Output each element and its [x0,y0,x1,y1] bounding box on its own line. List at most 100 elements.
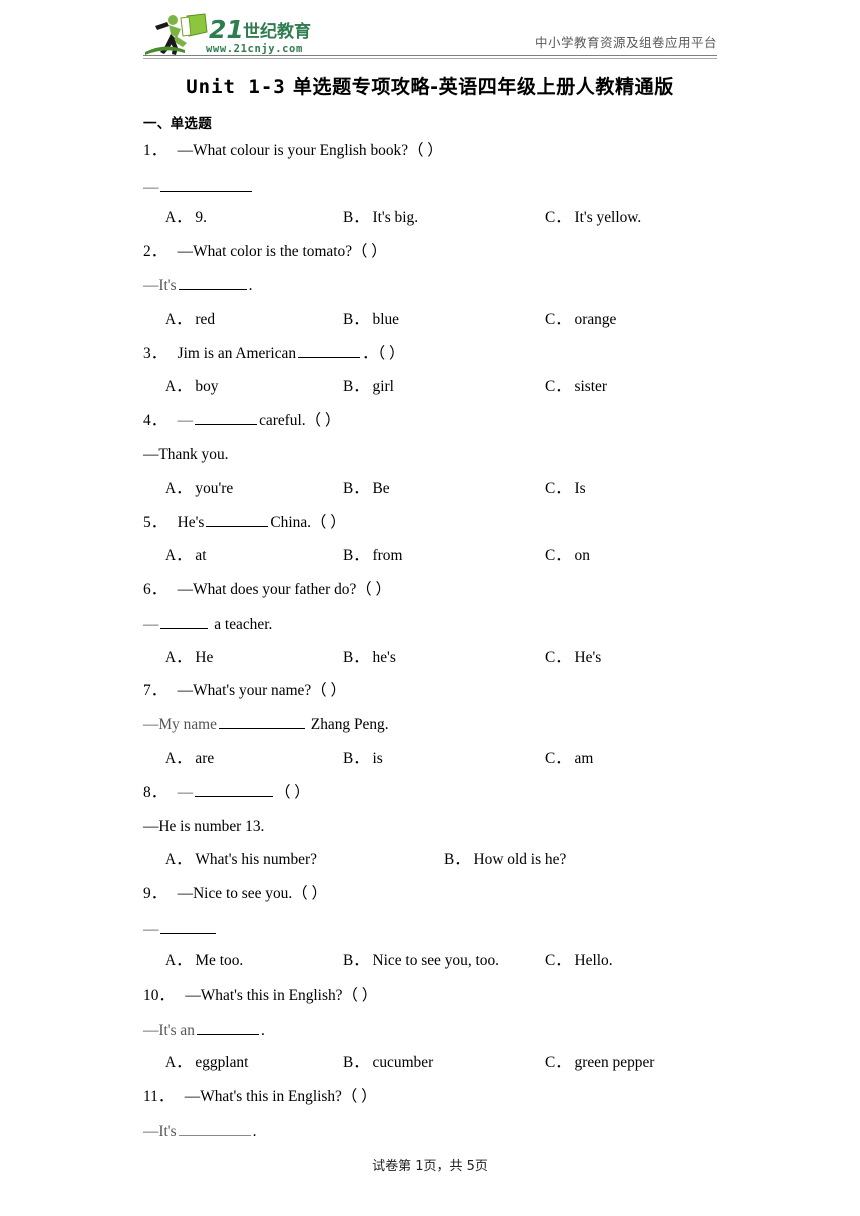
option-c[interactable]: C． Hello. [545,951,613,971]
question-text: —What's this in English?（ ） [184,1088,377,1105]
question-text-post: China.（ ） [270,514,346,531]
question-number: 10． [143,987,174,1004]
header-divider [143,55,717,56]
answer-suffix: Zhang Peng. [306,716,389,733]
answer-blank [196,1021,259,1035]
question-text: —What color is the tomato?（ ） [177,243,387,260]
header-tagline: 中小学教育资源及组卷应用平台 [534,35,717,50]
answer-dash: — [143,179,159,196]
option-row: A． at B． from C． on [0,546,860,566]
option-row: A． Me too. B． Nice to see you, too. C． H… [0,951,860,971]
question-text-pre: Jim is an American [177,345,297,362]
question-stem: 7． —What's your name?（ ） [143,682,346,700]
option-a[interactable]: A． boy [165,377,218,397]
question-number: 6． [143,581,167,598]
question-answer-line: —He is number 13. [143,818,265,835]
stem-blank [206,513,269,527]
answer-dash: —It's [143,1123,177,1140]
option-c[interactable]: C． He's [545,648,601,668]
answer-dash: — [143,921,159,938]
option-row: A． red B． blue C． orange [0,310,860,330]
question-stem: 2． —What color is the tomato?（ ） [143,243,387,261]
option-b[interactable]: B． he's [343,648,396,668]
option-a[interactable]: A． 9. [165,208,207,228]
question-answer-line: — [143,178,254,197]
option-c[interactable]: C． on [545,546,590,566]
option-a[interactable]: A． at [165,546,206,566]
option-b[interactable]: B． Be [343,479,390,499]
question-stem: 6． —What does your father do?（ ） [143,581,391,599]
question-number: 9． [143,885,167,902]
option-a[interactable]: A． He [165,648,213,668]
option-b[interactable]: B． cucumber [343,1053,433,1073]
answer-blank [160,920,217,934]
question-number: 8． [143,784,167,801]
option-row: A． are B． is C． am [0,749,860,769]
question-answer-line: — [143,920,218,939]
question-answer-line: —Thank you. [143,446,229,463]
option-b[interactable]: B． How old is he? [444,850,566,870]
option-b[interactable]: B． Nice to see you, too. [343,951,499,971]
question-stem: 3． Jim is an American ．（ ） [143,344,404,363]
question-text: —What colour is your English book?（ ） [177,142,443,159]
question-text: —What's this in English?（ ） [185,987,378,1004]
question-stem: 5． He's China.（ ） [143,513,346,532]
svg-text:世纪教育: 世纪教育 [243,21,311,42]
brand-logo: 21 世纪教育 www.21cnjy.com 21世纪教育 www.21cnjy… [143,12,323,58]
question-text: —What does your father do?（ ） [177,581,391,598]
option-b[interactable]: B． blue [343,310,399,330]
page-title-cjk: 单选题专项攻略-英语四年级上册人教精通版 [292,76,674,98]
question-stem: 11． —What's this in English?（ ） [143,1088,377,1106]
stem-blank [298,344,361,358]
answer-suffix: . [252,1123,257,1140]
option-row: A． 9. B． It's big. C． It's yellow. [0,208,860,228]
svg-text:21: 21 [209,15,244,44]
question-text-post: （ ） [275,784,310,801]
option-b[interactable]: B． is [343,749,383,769]
question-answer-line: —It's. [143,1122,256,1141]
option-a[interactable]: A． eggplant [165,1053,248,1073]
option-row: A． eggplant B． cucumber C． green pepper [0,1053,860,1073]
option-row: A． boy B． girl C． sister [0,377,860,397]
question-stem: 10． —What's this in English?（ ） [143,987,377,1005]
question-stem: 8． — （ ） [143,783,310,802]
option-b[interactable]: B． from [343,546,402,566]
answer-blank [218,715,305,729]
option-c[interactable]: C． It's yellow. [545,208,641,228]
answer-suffix: a teacher. [210,616,273,633]
option-a[interactable]: A． red [165,310,215,330]
question-text-pre: — [177,412,194,429]
question-text: —Nice to see you.（ ） [177,885,327,902]
option-b[interactable]: B． girl [343,377,394,397]
question-stem: 4． — careful.（ ） [143,411,340,430]
question-stem: 9． —Nice to see you.（ ） [143,885,327,903]
answer-dash: —My name [143,716,217,733]
option-b[interactable]: B． It's big. [343,208,418,228]
option-a[interactable]: A． What's his number? [165,850,317,870]
option-c[interactable]: C． orange [545,310,616,330]
option-c[interactable]: C． Is [545,479,586,499]
question-answer-line: —My name Zhang Peng. [143,715,389,734]
svg-text:www.21cnjy.com: www.21cnjy.com [206,43,303,55]
header-divider-secondary [143,58,717,59]
question-number: 11． [143,1088,174,1105]
option-c[interactable]: C． am [545,749,593,769]
page-title: Unit 1-3 单选题专项攻略-英语四年级上册人教精通版 [143,72,717,99]
question-text-post: careful.（ ） [259,412,341,429]
answer-blank [178,1122,251,1136]
question-number: 5． [143,514,167,531]
question-stem: 1． —What colour is your English book?（ ） [143,142,443,160]
option-a[interactable]: A． you're [165,479,233,499]
option-row: A． What's his number? B． How old is he? [0,850,860,870]
answer-dash: — [143,616,159,633]
option-a[interactable]: A． Me too. [165,951,243,971]
stem-blank [195,783,274,797]
answer-blank [160,615,209,629]
option-a[interactable]: A． are [165,749,214,769]
option-c[interactable]: C． sister [545,377,607,397]
question-text-pre: — [177,784,194,801]
page-header: 21 世纪教育 www.21cnjy.com 21世纪教育 www.21cnjy… [143,10,717,58]
option-c[interactable]: C． green pepper [545,1053,654,1073]
answer-suffix: . [260,1022,265,1039]
answer-dash: —It's [143,277,177,294]
